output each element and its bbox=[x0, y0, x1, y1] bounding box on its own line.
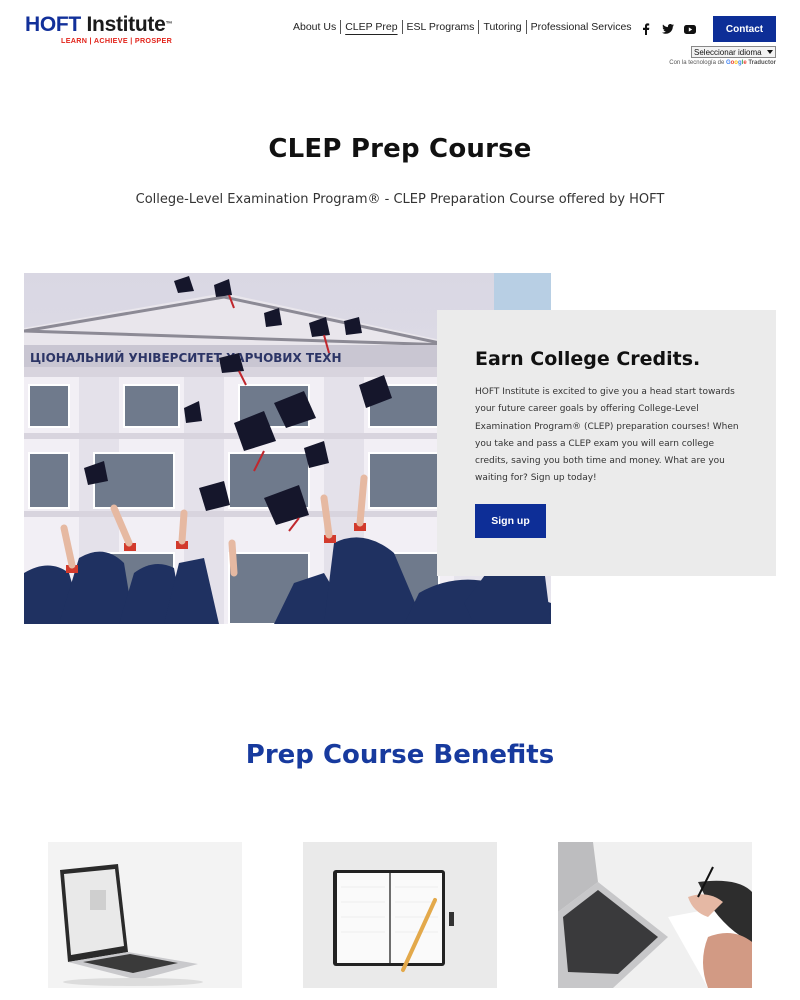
youtube-icon[interactable] bbox=[683, 22, 697, 36]
social-links bbox=[639, 22, 697, 36]
earn-credits-title: Earn College Credits. bbox=[475, 348, 701, 370]
contact-button[interactable]: Contact bbox=[713, 16, 776, 42]
twitter-icon[interactable] bbox=[661, 22, 675, 36]
svg-text:ЦІОНАЛЬНИЙ УНІВЕРСИТЕТ ХАРЧОВИ: ЦІОНАЛЬНИЙ УНІВЕРСИТЕТ ХАРЧОВИХ ТЕХН bbox=[30, 350, 342, 365]
notebook-photo bbox=[303, 842, 497, 988]
benefits-title: Prep Course Benefits bbox=[245, 740, 555, 770]
earn-credits-card: Earn College Credits. HOFT Institute is … bbox=[437, 310, 776, 576]
logo-tagline: LEARN | ACHIEVE | PROSPER bbox=[61, 36, 173, 45]
nav-item-tutoring[interactable]: Tutoring bbox=[478, 20, 525, 34]
laptop-photo bbox=[48, 842, 242, 988]
powered-prefix: Con la tecnología de bbox=[669, 60, 725, 66]
logo-hoft: HOFT bbox=[25, 13, 81, 36]
logo-wordmark: HOFT Institute™ bbox=[25, 14, 172, 36]
site-header: HOFT Institute™ LEARN | ACHIEVE | PROSPE… bbox=[0, 0, 800, 80]
nav-item-esl-programs[interactable]: ESL Programs bbox=[401, 20, 479, 34]
sign-up-button[interactable]: Sign up bbox=[475, 504, 546, 538]
logo[interactable]: HOFT Institute™ LEARN | ACHIEVE | PROSPE… bbox=[25, 14, 173, 46]
chevron-down-icon bbox=[767, 50, 773, 54]
language-select-value: Seleccionar idioma bbox=[694, 47, 762, 57]
nav-item-clep-prep[interactable]: CLEP Prep bbox=[340, 20, 401, 34]
nav-item-about-us[interactable]: About Us bbox=[289, 20, 340, 34]
earn-credits-body: HOFT Institute is excited to give you a … bbox=[475, 387, 739, 484]
logo-trademark: ™ bbox=[165, 21, 173, 28]
logo-institute: Institute bbox=[86, 13, 166, 36]
laptop-writing-photo bbox=[558, 842, 752, 988]
main-nav: About Us CLEP Prep ESL Programs Tutoring… bbox=[289, 20, 636, 34]
page-title: CLEP Prep Course bbox=[268, 134, 532, 164]
translate-product-label[interactable]: Traductor bbox=[748, 60, 776, 66]
facebook-icon[interactable] bbox=[639, 22, 653, 36]
nav-item-professional-services[interactable]: Professional Services bbox=[525, 20, 636, 34]
page-subtitle: College-Level Examination Program® - CLE… bbox=[135, 192, 665, 207]
google-logo[interactable]: Google bbox=[726, 60, 747, 66]
language-select[interactable]: Seleccionar idioma bbox=[691, 46, 776, 58]
google-translate-credit: Con la tecnología de Google Traductor bbox=[669, 60, 776, 66]
